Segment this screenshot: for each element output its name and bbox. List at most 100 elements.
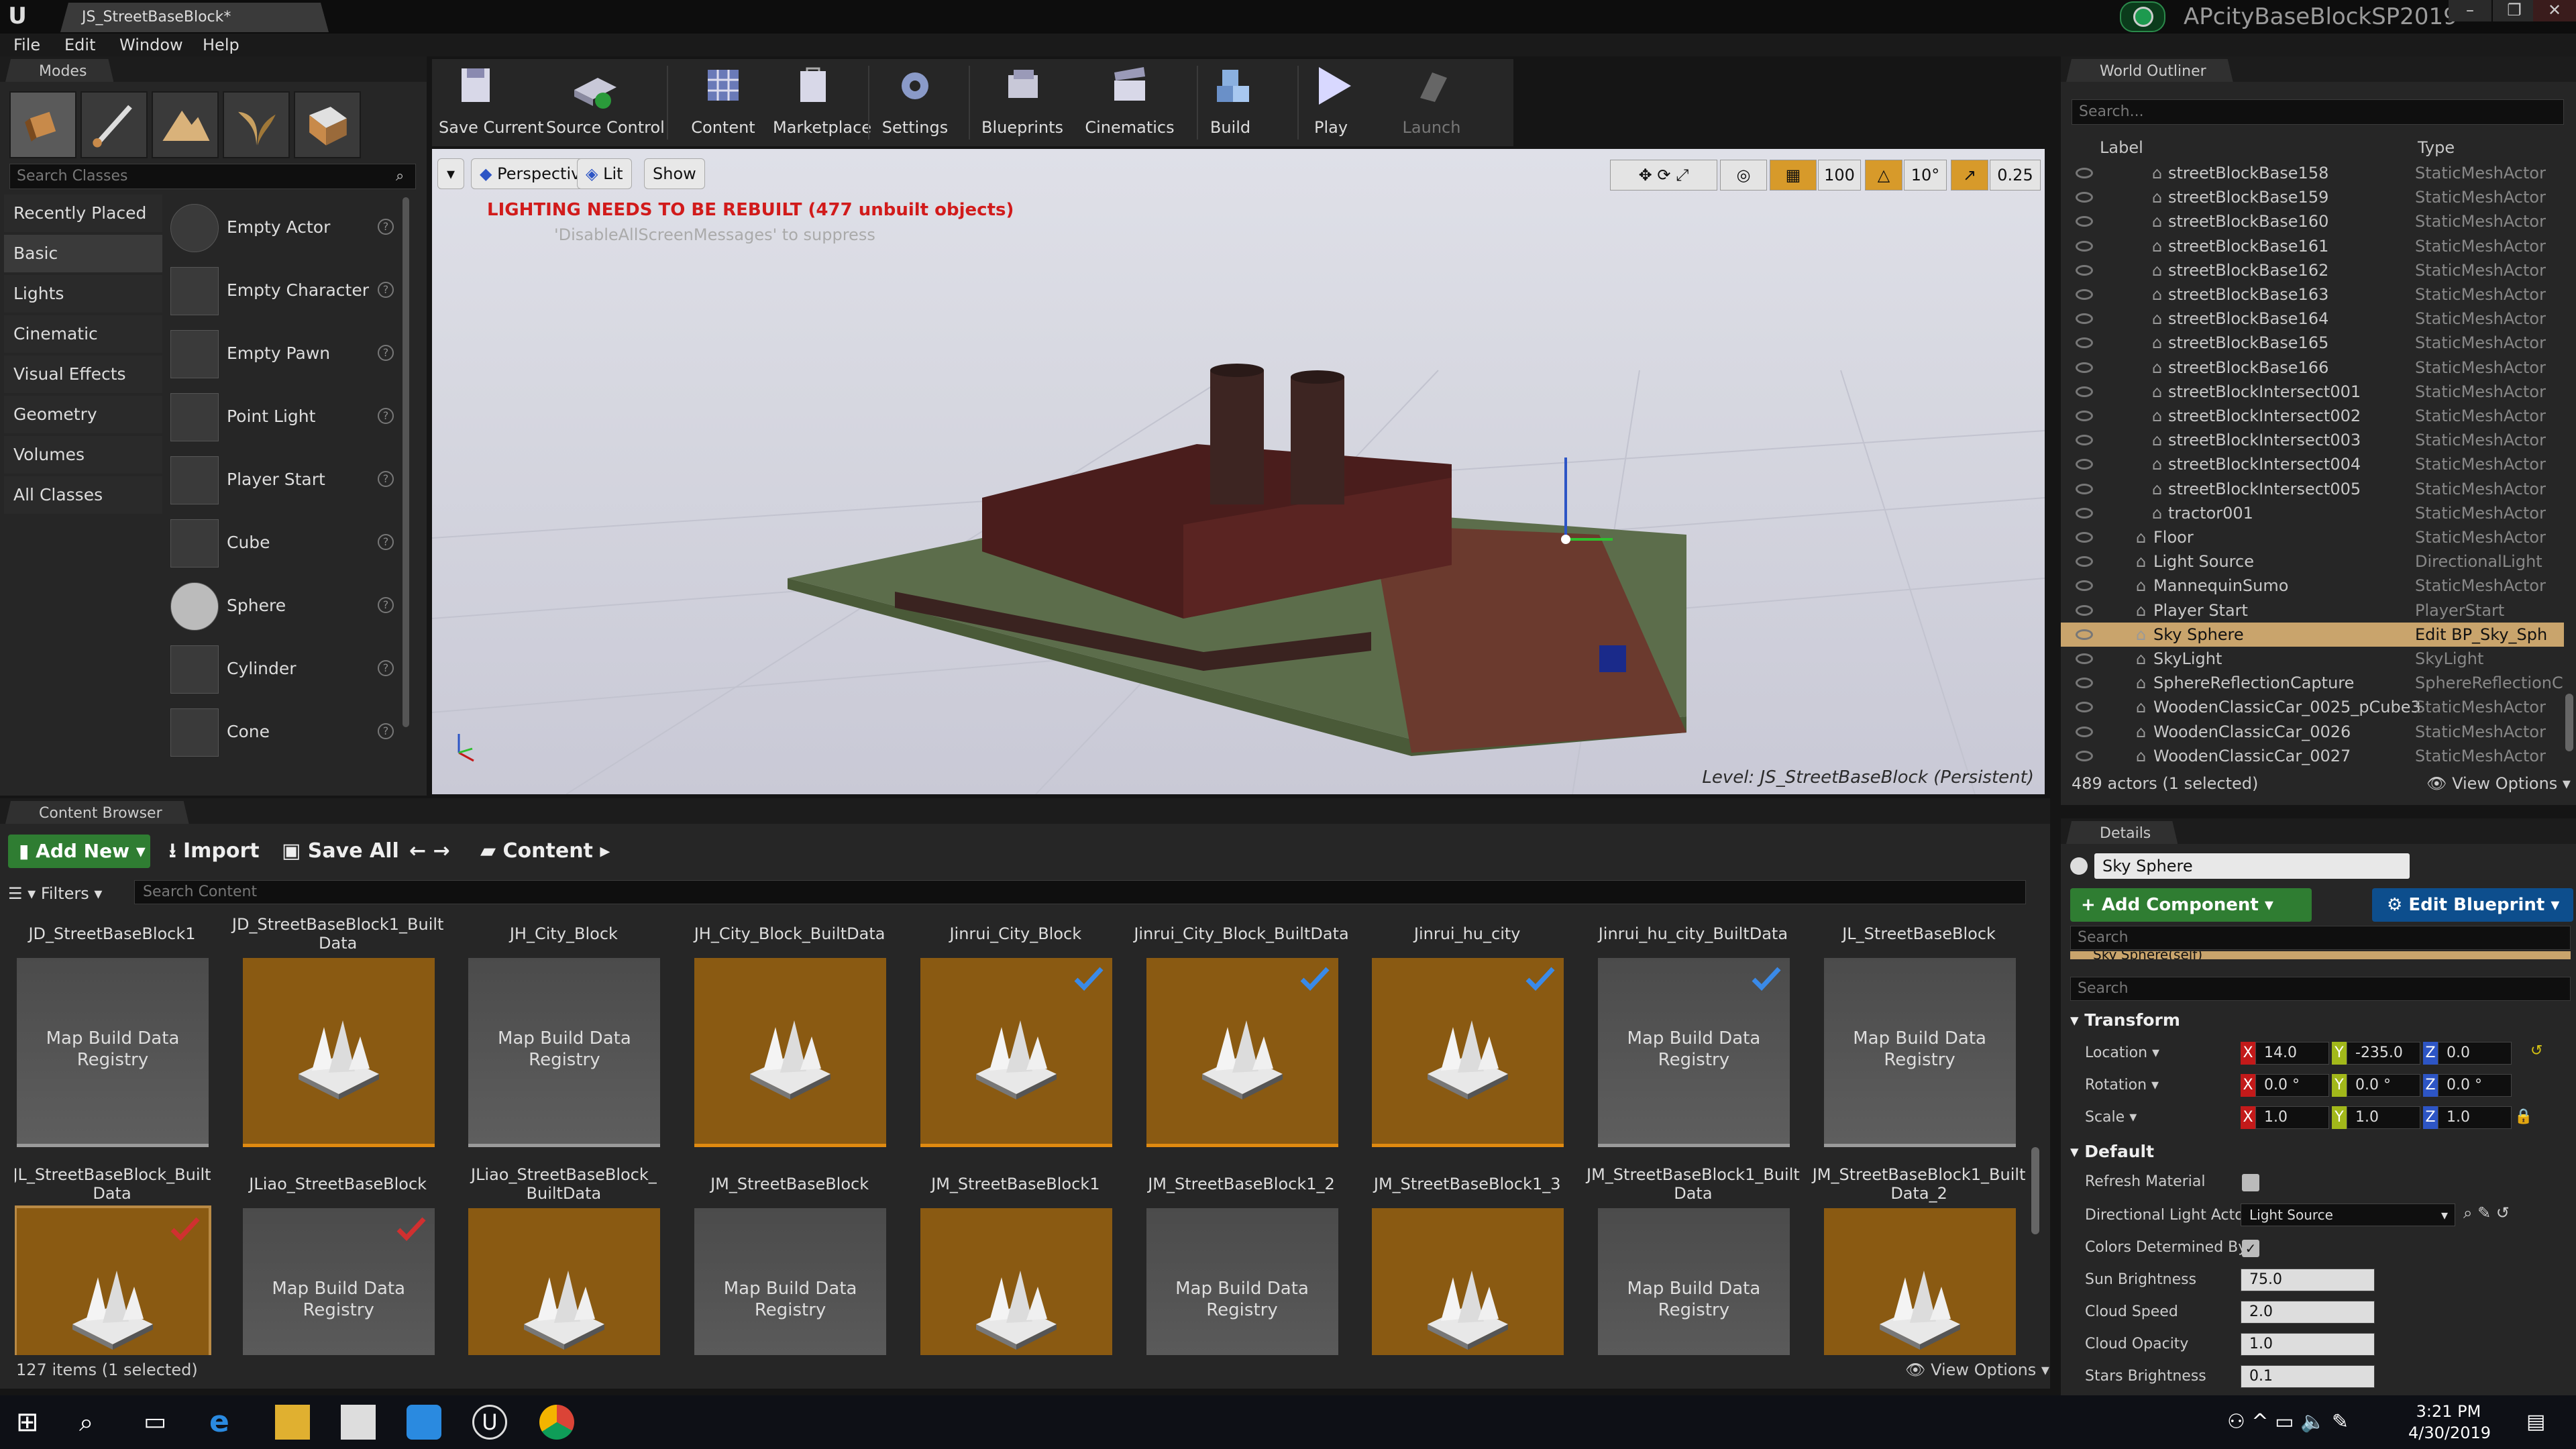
source-control-button[interactable]: Source Control xyxy=(546,63,665,144)
visibility-eye-icon[interactable] xyxy=(2076,653,2093,664)
geometry-mode-icon[interactable] xyxy=(294,91,361,158)
windows-start-icon[interactable]: ⊞ xyxy=(16,1405,51,1440)
place-cone[interactable]: Cone? xyxy=(165,702,403,762)
visibility-eye-icon[interactable] xyxy=(2076,435,2093,446)
asset-item[interactable]: JM_StreetBaseBlock1_2 Map Build Data Regi… xyxy=(1144,1163,1339,1355)
refresh-material-checkbox[interactable] xyxy=(2242,1174,2259,1191)
help-icon[interactable]: ? xyxy=(378,723,394,739)
content-button[interactable]: Content xyxy=(690,63,757,144)
colors-determined-checkbox[interactable]: ✓ xyxy=(2242,1240,2259,1257)
rotation-z-field[interactable]: 0.0 ° xyxy=(2438,1074,2512,1097)
outliner-row[interactable]: ⌂ streetBlockIntersect005 StaticMeshActor xyxy=(2061,477,2564,501)
location-y-field[interactable]: -235.0 xyxy=(2347,1042,2420,1065)
outliner-row[interactable]: ⌂ MannequinSumo StaticMeshActor xyxy=(2061,574,2564,598)
blueprints-button[interactable]: Blueprints xyxy=(975,63,1069,144)
location-x-field[interactable]: 14.0 xyxy=(2255,1042,2329,1065)
level-viewport[interactable]: ▾ ◆ Perspective ◈ Lit Show LIGHTING NEED… xyxy=(432,149,2045,794)
outliner-row[interactable]: ⌂ streetBlockBase166 StaticMeshActor xyxy=(2061,356,2564,380)
details-search-input[interactable]: Search xyxy=(2070,977,2571,1001)
visibility-eye-icon[interactable] xyxy=(2076,362,2093,373)
app-shield-icon[interactable] xyxy=(407,1405,441,1440)
place-empty-character[interactable]: Empty Character? xyxy=(165,260,403,321)
show-button[interactable]: Show xyxy=(644,158,705,189)
marketplace-button[interactable]: Marketplace xyxy=(773,63,871,144)
outliner-row[interactable]: ⌂ WoodenClassicCar_0027 StaticMeshActor xyxy=(2061,744,2564,768)
place-empty-actor[interactable]: Empty Actor? xyxy=(165,197,403,258)
asset-thumbnail[interactable]: Map Build Data Registry xyxy=(468,958,661,1147)
asset-thumbnail[interactable] xyxy=(694,958,887,1147)
menu-window[interactable]: Window xyxy=(119,34,183,56)
help-icon[interactable]: ? xyxy=(378,408,394,424)
type-column-header[interactable]: Type xyxy=(2418,134,2455,161)
visibility-eye-icon[interactable] xyxy=(2076,532,2093,543)
add-component-button[interactable]: + Add Component ▾ xyxy=(2070,888,2312,922)
category-geometry[interactable]: Geometry xyxy=(4,396,162,433)
asset-thumbnail[interactable] xyxy=(920,958,1112,1147)
chrome-icon[interactable] xyxy=(539,1405,574,1440)
modes-tab[interactable]: Modes xyxy=(5,59,113,82)
help-icon[interactable]: ? xyxy=(378,660,394,676)
outliner-search-input[interactable]: Search... xyxy=(2072,99,2564,125)
level-tab[interactable]: JS_StreetBaseBlock* xyxy=(60,3,329,32)
landscape-mode-icon[interactable] xyxy=(152,91,219,158)
edge-browser-icon[interactable]: e xyxy=(209,1405,244,1440)
help-icon[interactable]: ? xyxy=(378,282,394,298)
outliner-row[interactable]: ⌂ streetBlockBase165 StaticMeshActor xyxy=(2061,331,2564,355)
unreal-logo-icon[interactable]: U xyxy=(4,3,31,30)
outliner-row[interactable]: ⌂ streetBlockBase162 StaticMeshActor xyxy=(2061,258,2564,282)
build-button[interactable]: Build xyxy=(1203,63,1257,144)
visibility-eye-icon[interactable] xyxy=(2076,264,2093,276)
search-icon[interactable]: ⌕ xyxy=(79,1405,114,1440)
rotation-snap-icon[interactable]: △ xyxy=(1865,160,1902,191)
asset-item[interactable]: JM_StreetBaseBlock1_Built Data Map Build … xyxy=(1587,1163,1800,1355)
visibility-eye-icon[interactable] xyxy=(2076,459,2093,470)
component-self-row[interactable]: Sky Sphere(self) xyxy=(2070,951,2571,959)
filters-button[interactable]: ☰ ▾ Filters ▾ xyxy=(8,884,102,903)
asset-item[interactable]: JD_StreetBaseBlock1 Map Build Data Regist… xyxy=(15,912,209,1161)
system-tray-icons[interactable]: ⚇ ^ ▭ 🔈 ✎ xyxy=(2227,1410,2349,1434)
category-volumes[interactable]: Volumes xyxy=(4,436,162,474)
rotation-y-field[interactable]: 0.0 ° xyxy=(2347,1074,2420,1097)
asset-thumbnail[interactable]: Map Build Data Registry xyxy=(1146,1208,1338,1355)
lit-button[interactable]: ◈ Lit xyxy=(577,158,632,189)
rotation-x-field[interactable]: 0.0 ° xyxy=(2255,1074,2329,1097)
category-all-classes[interactable]: All Classes xyxy=(4,476,162,514)
import-button[interactable]: ⭳ Import xyxy=(169,835,260,868)
asset-item[interactable]: JM_StreetBaseBlock1_Built Data_2 xyxy=(1813,1163,2025,1355)
menu-edit[interactable]: Edit xyxy=(64,34,95,56)
outliner-row[interactable]: ⌂ streetBlockBase158 StaticMeshActor xyxy=(2061,161,2564,185)
location-z-field[interactable]: 0.0 xyxy=(2438,1042,2512,1065)
store-icon[interactable] xyxy=(341,1405,376,1440)
category-cinematic[interactable]: Cinematic xyxy=(4,315,162,353)
world-outliner-tab[interactable]: World Outliner xyxy=(2066,59,2233,82)
directional-light-dropdown[interactable]: Light Source ▾ xyxy=(2241,1203,2455,1226)
visibility-eye-icon[interactable] xyxy=(2076,386,2093,397)
outliner-row[interactable]: ⌂ streetBlockBase159 StaticMeshActor xyxy=(2061,185,2564,209)
add-new-button[interactable]: ▮ Add New ▾ xyxy=(8,835,150,868)
visibility-eye-icon[interactable] xyxy=(2076,337,2093,349)
category-visual-effects[interactable]: Visual Effects xyxy=(4,356,162,393)
asset-scrollbar[interactable] xyxy=(2031,1147,2039,1234)
place-sphere[interactable]: Sphere? xyxy=(165,576,403,636)
lock-icon[interactable]: 🔒 xyxy=(2514,1108,2532,1125)
outliner-row[interactable]: ⌂ streetBlockIntersect002 StaticMeshActor xyxy=(2061,404,2564,428)
asset-item[interactable]: Jinrui_hu_city_BuiltData Map Build Data R… xyxy=(1596,912,1790,1161)
category-recently-placed[interactable]: Recently Placed xyxy=(4,195,162,232)
save-current-button[interactable]: Save Current xyxy=(439,63,544,144)
notifications-icon[interactable]: ▤ xyxy=(2526,1410,2545,1434)
outliner-row[interactable]: ⌂ streetBlockIntersect004 StaticMeshActor xyxy=(2061,452,2564,476)
visibility-eye-icon[interactable] xyxy=(2076,702,2093,713)
visibility-eye-icon[interactable] xyxy=(2076,483,2093,494)
visibility-eye-icon[interactable] xyxy=(2076,678,2093,689)
help-icon[interactable]: ? xyxy=(378,471,394,487)
task-view-icon[interactable]: ▭ xyxy=(144,1405,178,1440)
transform-tools[interactable]: ✥ ⟳ ⤢ xyxy=(1610,160,1717,191)
details-tab[interactable]: Details xyxy=(2066,821,2178,844)
help-icon[interactable]: ? xyxy=(378,597,394,613)
history-nav-buttons[interactable]: ← → xyxy=(409,835,450,868)
place-empty-pawn[interactable]: Empty Pawn? xyxy=(165,323,403,384)
cloud-opacity-field[interactable]: 1.0 xyxy=(2241,1333,2375,1356)
label-column-header[interactable]: Label xyxy=(2100,134,2143,161)
visibility-eye-icon[interactable] xyxy=(2076,580,2093,592)
content-browser-tab[interactable]: Content Browser xyxy=(5,801,189,824)
